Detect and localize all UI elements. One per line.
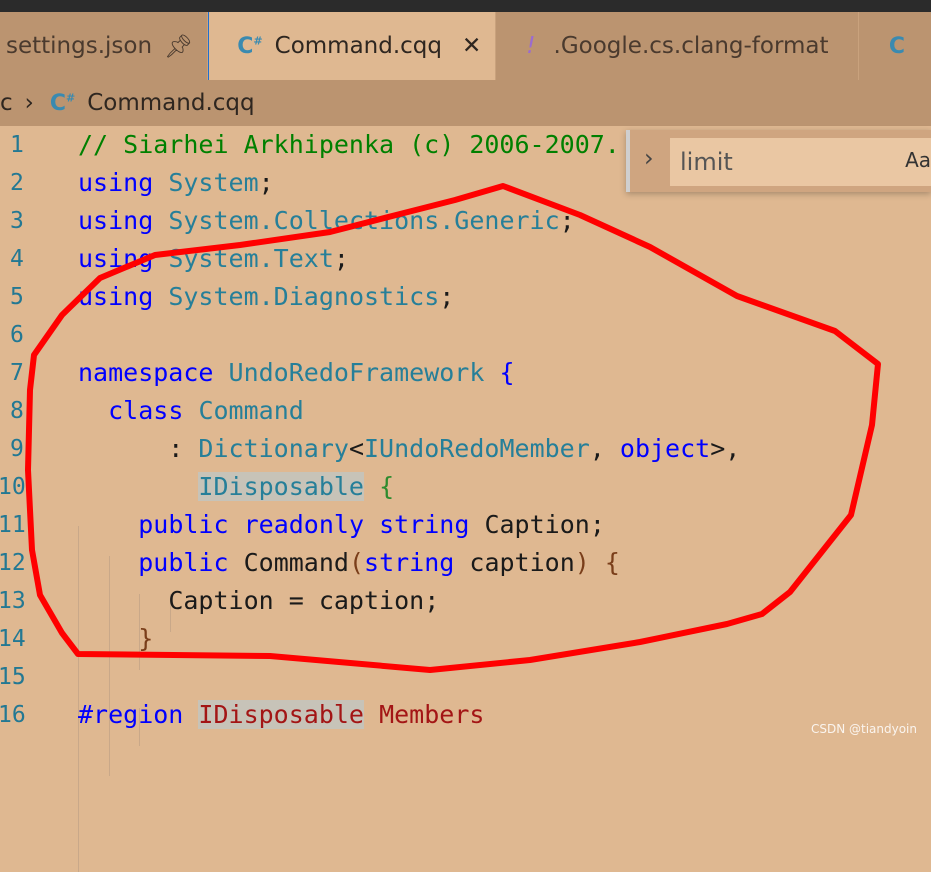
annotation-stroke	[25, 183, 881, 673]
red-annotation-circle	[25, 183, 881, 673]
watermark: CSDN @tiandyoin	[810, 722, 917, 736]
